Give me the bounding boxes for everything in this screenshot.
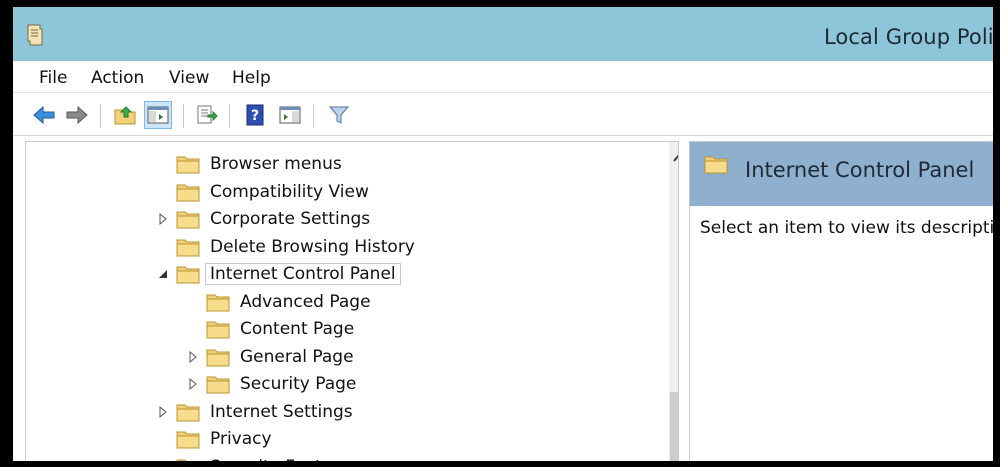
expand-arrow-icon[interactable] bbox=[156, 212, 170, 226]
export-list-icon[interactable] bbox=[193, 101, 221, 129]
tree-item-label: Corporate Settings bbox=[210, 209, 371, 229]
window-title: Local Group Polic bbox=[824, 25, 993, 49]
folder-icon bbox=[206, 347, 230, 367]
tree-pane[interactable]: Browser menus Compatibility View Corporate… bbox=[25, 141, 679, 461]
expand-arrow-icon[interactable] bbox=[186, 377, 200, 391]
tree-item-label: Internet Control Panel bbox=[205, 263, 401, 285]
filter-icon[interactable] bbox=[325, 101, 353, 129]
expand-arrow-icon[interactable] bbox=[186, 350, 200, 364]
folder-icon bbox=[206, 292, 230, 312]
tree-item[interactable]: Privacy bbox=[156, 426, 272, 452]
tree-item-label: Security Features bbox=[210, 457, 358, 461]
show-hide-tree-icon[interactable] bbox=[144, 101, 172, 129]
tree-item-label: Compatibility View bbox=[210, 182, 369, 202]
forward-icon[interactable] bbox=[63, 101, 91, 129]
details-description: Select an item to view its description. bbox=[700, 218, 993, 238]
folder-icon bbox=[704, 154, 728, 178]
menu-file[interactable]: File bbox=[39, 68, 67, 88]
folder-icon bbox=[206, 374, 230, 394]
tree-item[interactable]: Content Page bbox=[186, 316, 354, 342]
collapse-arrow-icon[interactable] bbox=[156, 267, 170, 281]
menu-help[interactable]: Help bbox=[232, 68, 271, 88]
tree-item[interactable]: Internet Control Panel bbox=[156, 261, 401, 287]
tree-item-label: Delete Browsing History bbox=[210, 237, 415, 257]
toolbar-separator bbox=[100, 104, 101, 128]
folder-icon bbox=[176, 429, 200, 449]
show-hide-action-pane-icon[interactable] bbox=[276, 101, 304, 129]
tree-item[interactable]: Corporate Settings bbox=[156, 206, 370, 232]
tree-item[interactable]: General Page bbox=[186, 344, 354, 370]
folder-icon bbox=[176, 457, 200, 461]
menu-action[interactable]: Action bbox=[91, 68, 144, 88]
back-icon[interactable] bbox=[30, 101, 58, 129]
toolbar-separator bbox=[313, 104, 314, 128]
app-window: Local Group Polic File Action View Help … bbox=[13, 7, 993, 461]
tree-item[interactable]: Browser menus bbox=[156, 151, 342, 177]
folder-icon bbox=[176, 402, 200, 422]
tree-item[interactable]: Compatibility View bbox=[156, 179, 369, 205]
expand-arrow-icon[interactable] bbox=[156, 405, 170, 419]
tree-item-label: General Page bbox=[240, 347, 354, 367]
details-pane: Internet Control Panel Select an item to… bbox=[689, 141, 993, 461]
scrollbar-thumb[interactable] bbox=[670, 392, 678, 461]
tree-item[interactable]: Internet Settings bbox=[156, 399, 353, 425]
menu-bar: File Action View Help bbox=[13, 61, 993, 93]
gpedit-app-icon[interactable] bbox=[25, 23, 45, 51]
folder-icon bbox=[176, 182, 200, 202]
tree-item[interactable]: Advanced Page bbox=[186, 289, 371, 315]
folder-icon bbox=[206, 319, 230, 339]
title-bar[interactable]: Local Group Polic bbox=[13, 7, 993, 61]
expand-arrow-icon[interactable] bbox=[156, 460, 170, 461]
tree-item-label: Privacy bbox=[210, 429, 272, 449]
details-title: Internet Control Panel bbox=[745, 158, 975, 182]
toolbar: ? bbox=[13, 94, 993, 136]
tree-item[interactable]: Security Features bbox=[156, 454, 358, 461]
details-header: Internet Control Panel bbox=[690, 142, 993, 206]
tree-item-label: Internet Settings bbox=[210, 402, 353, 422]
tree-item[interactable]: Security Page bbox=[186, 371, 356, 397]
folder-icon bbox=[176, 237, 200, 257]
menu-view[interactable]: View bbox=[169, 68, 209, 88]
tree-scrollbar[interactable] bbox=[669, 142, 678, 461]
folder-icon bbox=[176, 264, 200, 284]
tree-item-label: Browser menus bbox=[210, 154, 342, 174]
folder-icon bbox=[176, 154, 200, 174]
folder-icon bbox=[176, 209, 200, 229]
up-folder-icon[interactable] bbox=[111, 101, 139, 129]
tree-item-label: Security Page bbox=[240, 374, 357, 394]
tree-item[interactable]: Delete Browsing History bbox=[156, 234, 415, 260]
scroll-up-icon[interactable] bbox=[673, 148, 678, 167]
toolbar-separator bbox=[229, 104, 230, 128]
help-icon[interactable]: ? bbox=[241, 101, 269, 129]
tree-item-label: Content Page bbox=[240, 319, 355, 339]
svg-text:?: ? bbox=[251, 108, 259, 124]
toolbar-separator bbox=[183, 104, 184, 128]
tree-item-label: Advanced Page bbox=[240, 292, 371, 312]
